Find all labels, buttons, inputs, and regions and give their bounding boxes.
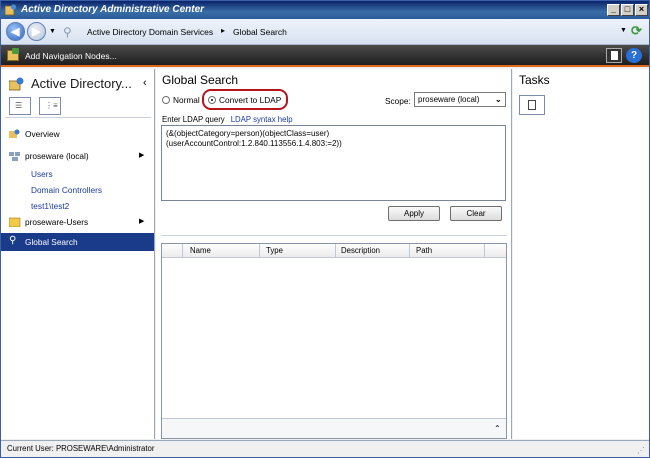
navigation-pane: Active Directory... ‹ ☰ ⋮≡ Overview pros…	[1, 69, 155, 439]
clipboard-icon	[611, 51, 618, 60]
breadcrumb-separator-icon: ▸	[221, 26, 226, 35]
status-bar: Current User: PROSEWARE\Administrator ⋰	[1, 440, 649, 457]
history-dropdown-icon[interactable]: ▼	[49, 28, 56, 35]
forward-button[interactable]: ▶	[27, 22, 46, 41]
column-separator	[335, 244, 336, 257]
navigation-header: Active Directory... ‹	[7, 73, 151, 93]
search-icon: ⚲	[9, 235, 17, 246]
tree-view-icon: ⋮≡	[45, 101, 58, 110]
results-grid: Name Type Description Path ⌃	[161, 243, 507, 439]
address-bar: ◀ ▶ ▼ ⚲ Active Directory Domain Services…	[1, 19, 649, 45]
command-bar: Add Navigation Nodes... ?	[1, 45, 649, 67]
results-header: Name Type Description Path	[162, 244, 506, 258]
query-text-line: (&(objectCategory=person)(objectClass=us…	[166, 129, 330, 138]
global-search-pane: Global Search Normal Convert to LDAP Sco…	[156, 69, 512, 439]
expand-arrow-icon[interactable]: ▶	[139, 151, 144, 159]
list-view-tab[interactable]: ☰	[9, 97, 31, 115]
tasks-pane-toggle-button[interactable]	[606, 48, 622, 63]
refresh-icon[interactable]: ⟳	[631, 23, 642, 39]
radio-label: Convert to LDAP	[219, 95, 282, 105]
tasks-pane: Tasks	[513, 69, 649, 439]
window-title: Active Directory Administrative Center	[21, 4, 205, 15]
apply-button[interactable]: Apply	[388, 206, 440, 221]
column-header-type[interactable]: Type	[266, 246, 283, 255]
ldap-query-input[interactable]: (&(objectCategory=person)(objectClass=us…	[161, 125, 506, 201]
preview-pane-bar: ⌃	[162, 418, 506, 438]
ldap-query-label-row: Enter LDAP query LDAP syntax help	[162, 115, 293, 124]
column-header-name[interactable]: Name	[190, 246, 211, 255]
list-view-icon: ☰	[15, 101, 23, 110]
tree-label: Users	[31, 169, 53, 179]
forward-arrow-icon: ▶	[32, 26, 41, 38]
add-navigation-nodes-button[interactable]: Add Navigation Nodes...	[25, 51, 117, 61]
tree-item-proseware-users[interactable]: proseware-Users ▶	[1, 213, 154, 231]
maximize-button[interactable]: □	[621, 4, 634, 16]
radio-selected-icon	[208, 96, 216, 104]
chevron-up-icon[interactable]: ⌃	[494, 424, 501, 433]
close-button[interactable]: ×	[635, 4, 648, 16]
column-header-path[interactable]: Path	[416, 246, 432, 255]
resize-grip-icon[interactable]: ⋰	[637, 446, 645, 455]
radio-label: Normal	[173, 95, 200, 105]
back-arrow-icon: ◀	[11, 26, 20, 38]
divider	[5, 117, 151, 118]
tasks-title: Tasks	[519, 73, 550, 87]
clipboard-icon	[528, 100, 536, 110]
collapse-pane-icon[interactable]: ‹	[143, 77, 147, 89]
normal-radio[interactable]: Normal	[162, 95, 200, 105]
navigation-title: Active Directory...	[31, 76, 132, 91]
search-icon: ⚲	[63, 25, 72, 39]
scope-label: Scope:	[385, 96, 411, 106]
scope-value: proseware (local)	[418, 95, 480, 104]
convert-to-ldap-radio[interactable]: Convert to LDAP	[208, 95, 281, 105]
active-directory-icon	[9, 77, 24, 91]
breadcrumb-item-global-search[interactable]: Global Search	[233, 27, 287, 37]
page-title: Global Search	[162, 73, 239, 87]
tree-item-proseware[interactable]: proseware (local) ▶	[1, 147, 154, 165]
add-navigation-nodes-icon[interactable]	[7, 48, 19, 61]
overview-icon	[9, 129, 20, 138]
folder-icon	[9, 217, 21, 227]
app-window: Active Directory Administrative Center _…	[0, 0, 650, 458]
tasks-tab[interactable]	[519, 95, 545, 115]
tree-label: proseware-Users	[25, 217, 89, 227]
tree-item-global-search[interactable]: ⚲ Global Search	[1, 233, 154, 251]
ldap-query-label: Enter LDAP query	[162, 115, 225, 124]
scope-select[interactable]: proseware (local) ⌄	[414, 92, 506, 107]
back-button[interactable]: ◀	[6, 22, 25, 41]
tree-label: Overview	[25, 129, 60, 139]
minimize-button[interactable]: _	[607, 4, 620, 16]
tree-label: test1\test2	[31, 201, 70, 211]
radio-circle-icon	[162, 96, 170, 104]
current-user-text: Current User: PROSEWARE\Administrator	[7, 444, 155, 453]
column-separator	[259, 244, 260, 257]
column-separator	[182, 244, 183, 257]
breadcrumb[interactable]: ⚲ Active Directory Domain Services ▸ Glo…	[61, 23, 621, 41]
chevron-down-icon: ⌄	[495, 95, 502, 104]
help-button[interactable]: ?	[626, 48, 642, 63]
domain-icon	[9, 152, 20, 161]
query-text-line: (userAccountControl:1.2.840.113556.1.4.8…	[166, 139, 342, 148]
tree-label: Domain Controllers	[31, 185, 103, 195]
column-header-description[interactable]: Description	[341, 246, 380, 255]
expand-arrow-icon[interactable]: ▶	[139, 217, 144, 225]
ldap-syntax-help-link[interactable]: LDAP syntax help	[231, 115, 293, 124]
column-separator	[484, 244, 485, 257]
tree-label: Global Search	[25, 237, 78, 247]
tree-view-tab[interactable]: ⋮≡	[39, 97, 61, 115]
breadcrumb-item-adds[interactable]: Active Directory Domain Services	[87, 27, 213, 37]
column-separator	[409, 244, 410, 257]
clear-button[interactable]: Clear	[450, 206, 502, 221]
tree-label: proseware (local)	[25, 151, 89, 161]
ad-app-icon	[5, 4, 17, 16]
divider	[161, 235, 507, 236]
title-bar: Active Directory Administrative Center _…	[1, 1, 649, 19]
address-dropdown-icon[interactable]: ▼	[620, 27, 627, 34]
tree-item-overview[interactable]: Overview	[1, 125, 154, 143]
